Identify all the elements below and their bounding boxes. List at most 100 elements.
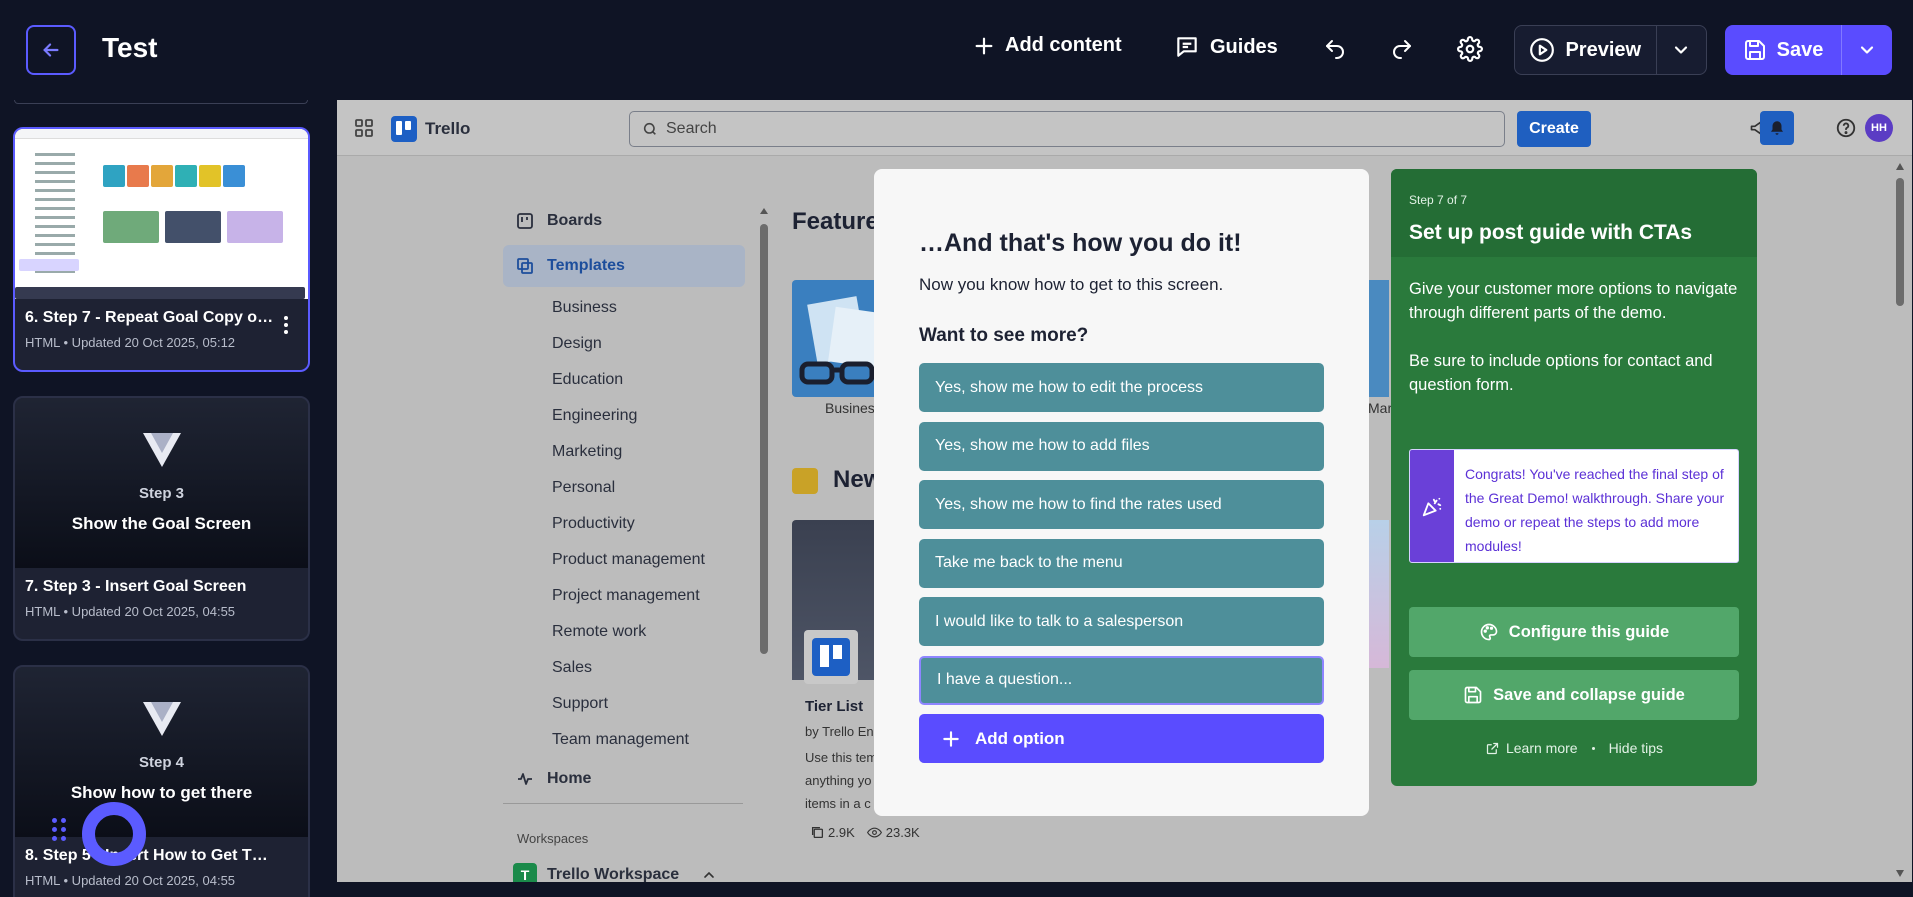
redo-button[interactable] (1386, 33, 1418, 65)
step-card[interactable]: Step 3 Show the Goal Screen 7. Step 3 - … (13, 396, 310, 641)
back-button[interactable] (26, 25, 76, 75)
nav-scrollbar-thumb[interactable] (760, 224, 768, 654)
option-button[interactable]: Yes, show me how to edit the process (919, 363, 1324, 412)
save-icon (1744, 40, 1765, 60)
nav-category[interactable]: Support (503, 686, 745, 722)
nav-category[interactable]: Personal (503, 470, 745, 506)
modal-question: Want to see more? (919, 325, 1089, 346)
document-title[interactable]: Test (102, 32, 158, 64)
chevron-down-icon (1675, 46, 1688, 54)
add-content-label: Add content (1005, 34, 1122, 56)
add-content-button[interactable]: Add content (973, 34, 1122, 57)
nav-category[interactable]: Project management (503, 578, 745, 614)
save-icon (1464, 686, 1482, 704)
nav-category[interactable]: Sales (503, 650, 745, 686)
option-button[interactable]: Take me back to the menu (919, 538, 1324, 588)
apps-grid-icon[interactable] (355, 119, 373, 137)
trello-logo[interactable]: Trello (391, 116, 470, 142)
nav-category[interactable]: Design (503, 326, 745, 362)
step-card-meta: HTML • Updated 20 Oct 2025, 04:55 (25, 604, 236, 619)
featured-template-card[interactable] (1367, 280, 1389, 397)
diamond-icon (142, 432, 181, 467)
step-card-meta: HTML • Updated 20 Oct 2025, 04:55 (25, 873, 236, 888)
gear-icon (1457, 36, 1483, 62)
page-scrollbar-thumb[interactable] (1896, 178, 1904, 306)
chevron-down-icon (1860, 46, 1874, 54)
workspaces-label: Workspaces (517, 831, 589, 846)
configure-guide-button[interactable]: Configure this guide (1409, 607, 1739, 657)
plus-icon (975, 37, 993, 54)
workspace-icon: T (513, 863, 537, 882)
save-button-group: Save (1725, 25, 1892, 75)
settings-button[interactable] (1454, 33, 1486, 65)
nav-divider (503, 803, 743, 804)
preview-button-group: Preview (1514, 25, 1707, 75)
guide-panel: Step 7 of 7 Set up post guide with CTAs … (1391, 169, 1757, 786)
plus-icon (943, 730, 959, 747)
save-dropdown[interactable] (1842, 25, 1892, 75)
template-title[interactable]: Tier List (805, 698, 863, 715)
external-link-icon (1486, 742, 1499, 754)
step-thumbnail (15, 129, 308, 299)
nav-category[interactable]: Business (503, 290, 745, 326)
option-button[interactable]: Yes, show me how to add files (919, 421, 1324, 471)
preview-dropdown[interactable] (1657, 26, 1706, 74)
nav-home[interactable]: Home (503, 758, 745, 800)
option-list: Yes, show me how to edit the process Yes… (919, 363, 1324, 763)
step-thumbnail: Step 4 Show how to get there (15, 667, 308, 837)
nav-category[interactable]: Team management (503, 722, 745, 758)
step-card-meta: HTML • Updated 20 Oct 2025, 05:12 (25, 335, 236, 350)
template-cover[interactable] (1367, 520, 1389, 668)
help-icon[interactable] (1834, 116, 1858, 140)
copy-icon (811, 826, 824, 839)
message-square-icon (1177, 37, 1197, 57)
nav-category[interactable]: Remote work (503, 614, 745, 650)
undo-button[interactable] (1319, 33, 1351, 65)
nav-boards[interactable]: Boards (503, 200, 745, 242)
option-button[interactable]: I would like to talk to a salesperson (919, 597, 1324, 646)
nav-templates[interactable]: Templates (503, 245, 745, 287)
trello-create-button[interactable]: Create (1517, 111, 1591, 147)
guides-button[interactable]: Guides (1174, 34, 1278, 60)
search-placeholder: Search (666, 120, 717, 137)
avatar[interactable]: HH (1865, 114, 1893, 142)
more-vertical-icon[interactable] (276, 315, 296, 335)
step-card[interactable]: 6. Step 7 - Repeat Goal Copy of... HTML … (13, 127, 310, 372)
option-button[interactable]: Yes, show me how to find the rates used (919, 480, 1324, 529)
nav-category[interactable]: Engineering (503, 398, 745, 434)
step-card[interactable]: Step 4 Show how to get there 8. Step 5 -… (13, 665, 310, 897)
eye-icon (866, 827, 882, 838)
add-option-button[interactable]: Add option (919, 714, 1324, 763)
thumbnail-title: Show the Goal Screen (71, 513, 252, 533)
workspace-item[interactable]: T Trello Workspace (513, 863, 717, 882)
board-icon (517, 213, 533, 229)
save-button[interactable]: Save (1725, 25, 1842, 75)
template-stats: 2.9K 23.3K (811, 825, 920, 840)
nav-category[interactable]: Productivity (503, 506, 745, 542)
learn-more-link[interactable]: Learn more (1485, 740, 1578, 756)
cta-modal: …And that's how you do it! Now you know … (874, 169, 1369, 816)
trello-search[interactable]: Search (629, 111, 1505, 147)
drag-handle-icon[interactable] (52, 818, 66, 841)
bell-icon[interactable] (1760, 111, 1794, 145)
nav-category[interactable]: Education (503, 362, 745, 398)
chevron-up-icon[interactable] (701, 867, 717, 882)
step-card-title: 6. Step 7 - Repeat Goal Copy of... (25, 309, 275, 326)
previous-card-edge (14, 100, 308, 104)
hide-tips-link[interactable]: Hide tips (1609, 740, 1663, 756)
party-popper-icon (1410, 450, 1454, 562)
trello-header: Trello Search Create HH (337, 100, 1912, 156)
nav-category[interactable]: Product management (503, 542, 745, 578)
guide-title: Set up post guide with CTAs (1409, 221, 1693, 244)
guides-label: Guides (1210, 35, 1278, 58)
nav-category[interactable]: Marketing (503, 434, 745, 470)
guide-body: Give your customer more options to navig… (1409, 280, 1738, 394)
save-collapse-guide-button[interactable]: Save and collapse guide (1409, 670, 1739, 720)
modal-subtitle: Now you know how to get to this screen. (919, 275, 1224, 294)
option-button[interactable]: I have a question... (919, 655, 1324, 705)
preview-button[interactable]: Preview (1515, 26, 1657, 74)
play-circle-icon (1530, 38, 1555, 62)
guide-step-counter: Step 7 of 7 (1409, 193, 1468, 207)
thumbnail-title: Show how to get there (70, 782, 253, 802)
activity-icon (518, 773, 532, 785)
